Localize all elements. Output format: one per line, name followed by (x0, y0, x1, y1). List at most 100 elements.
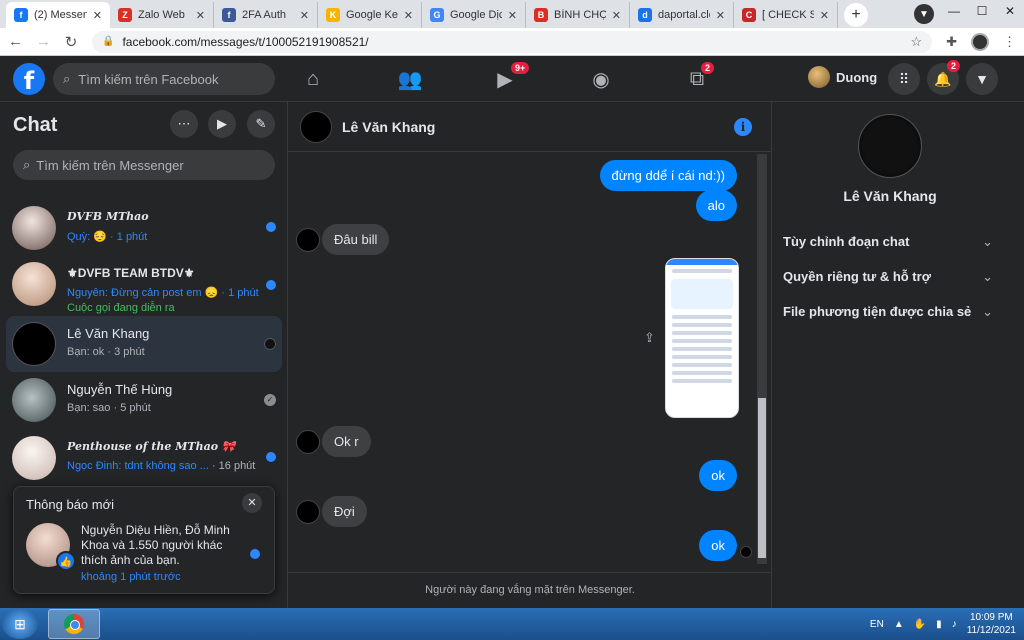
chat-contact-name[interactable]: Lê Văn Khang (342, 119, 435, 135)
close-tab-icon[interactable]: ✕ (612, 9, 621, 22)
conversation-item[interactable]: ⚜DVFB TEAM BTDV⚜ Nguyên: Đừng cản post e… (6, 256, 282, 318)
close-tab-icon[interactable]: ✕ (196, 9, 205, 22)
chat-scrollbar[interactable] (757, 154, 767, 564)
profile-avatar[interactable] (971, 32, 989, 51)
conversation-item[interactable]: Penthouse of the MThao 🎀 Ngọc Đinh: tdnt… (6, 430, 282, 486)
maximize-icon[interactable]: ☐ (968, 0, 996, 22)
like-icon: 👍 (56, 551, 76, 571)
search-icon: ⌕ (23, 157, 31, 172)
watch-icon[interactable]: ▶ 9+ (475, 56, 535, 102)
portal-favicon-icon: d (638, 8, 652, 22)
tab-2fa[interactable]: f 2FA Auth ✕ (214, 2, 318, 28)
window-controls: — ☐ ✕ (940, 0, 1024, 22)
profile-shortcut[interactable]: Duong (808, 66, 877, 88)
facebook-logo-icon[interactable]: f (13, 63, 45, 95)
avatar[interactable] (300, 111, 332, 143)
conversation-info-panel: Lê Văn Khang Tùy chỉnh đoạn chat ⌄ Quyền … (772, 102, 1024, 608)
tab-binh-chon[interactable]: BBÌNH CHỌN✕ (526, 2, 630, 28)
tray-arrow-icon[interactable]: ▲ (894, 619, 904, 630)
tab-google-translate[interactable]: GGoogle Dịch✕ (422, 2, 526, 28)
tab-daportal[interactable]: d daportal.clo ✕ (630, 2, 734, 28)
tray-app-icon[interactable]: ✋ (914, 619, 926, 630)
close-tab-icon[interactable]: ✕ (508, 9, 517, 22)
account-dropdown-icon[interactable]: ▼ (966, 63, 998, 95)
tab-search-icon[interactable]: ▼ (914, 4, 934, 24)
message-bubble-outgoing[interactable]: ok (699, 530, 737, 561)
conversation-item[interactable]: DVFB MThao Quỳ: 😔 · 1 phút (6, 200, 282, 256)
message-bubble-outgoing[interactable]: alo (695, 190, 737, 221)
zalo-favicon-icon: Z (118, 8, 132, 22)
avatar (12, 206, 56, 250)
shared-media-item[interactable]: File phương tiện được chia sẻ ⌄ (783, 304, 993, 320)
new-message-button[interactable]: ✎ (247, 110, 275, 138)
chrome-icon (64, 614, 84, 634)
chevron-down-icon: ⌄ (982, 269, 993, 284)
reload-icon[interactable]: ↻ (64, 33, 78, 51)
message-bubble-incoming[interactable]: Đợi (322, 496, 367, 527)
notification-popup[interactable]: Thông báo mới ✕ 👍 Nguyễn Diệu Hiền, Đỗ M… (13, 486, 275, 594)
facebook-favicon-icon: f (222, 8, 236, 22)
back-arrow-icon[interactable]: ← (8, 33, 23, 50)
customize-chat-item[interactable]: Tùy chỉnh đoạn chat ⌄ (783, 234, 993, 250)
taskbar-chrome[interactable] (48, 609, 100, 639)
lock-favicon-icon: C (742, 8, 756, 22)
extensions-puzzle-icon[interactable]: ✚ (946, 34, 957, 50)
unread-dot (250, 549, 260, 559)
message-bubble-incoming[interactable]: Đâu bill (322, 224, 390, 255)
share-icon[interactable]: ⇪ (644, 330, 655, 346)
close-tab-icon[interactable]: ✕ (404, 9, 413, 22)
avatar (12, 378, 56, 422)
message-bubble-outgoing[interactable]: ok (699, 460, 737, 491)
facebook-search-input[interactable]: ⌕ Tìm kiếm trên Facebook (53, 63, 275, 95)
tab-zalo[interactable]: Z Zalo Web ✕ (110, 2, 214, 28)
lock-icon: 🔒 (102, 36, 115, 47)
friends-icon[interactable]: 👥 (380, 56, 440, 102)
language-indicator[interactable]: EN (870, 619, 884, 630)
close-icon[interactable]: ✕ (242, 493, 262, 513)
translate-favicon-icon: G (430, 8, 444, 22)
url-input[interactable]: 🔒 facebook.com/messages/t/10005219190852… (92, 30, 933, 53)
forward-arrow-icon[interactable]: → (36, 33, 51, 50)
conversation-item[interactable]: Nguyễn Thế Hùng Bạn: sao · 5 phút ✓ (6, 372, 282, 428)
system-tray: EN ▲ ✋ ▮ ♪ 10:09 PM 11/12/2021 (870, 608, 1016, 640)
new-room-video-button[interactable]: ▶ (208, 110, 236, 138)
home-icon[interactable]: ⌂ (283, 56, 343, 102)
facebook-favicon-icon: f (14, 8, 28, 22)
start-button[interactable]: ⊞ (2, 609, 38, 639)
notifications-badge: 2 (947, 60, 961, 72)
groups-icon[interactable]: ◉ (571, 56, 631, 102)
seen-avatar (740, 546, 752, 558)
new-tab-button[interactable]: + (844, 3, 868, 27)
gaming-icon[interactable]: ⧉ 2 (667, 56, 727, 102)
menu-dots-icon[interactable]: ⋮ (1003, 34, 1016, 50)
close-tab-icon[interactable]: ✕ (300, 9, 309, 22)
volume-icon[interactable]: ♪ (952, 619, 957, 630)
bookmark-star-icon[interactable]: ☆ (910, 34, 922, 50)
notifications-bell-icon[interactable]: 🔔 2 (927, 60, 961, 95)
close-window-icon[interactable]: ✕ (996, 0, 1024, 22)
message-bubble-incoming[interactable]: Ok r (322, 426, 371, 457)
avatar (12, 322, 56, 366)
messenger-search-input[interactable]: ⌕ Tìm kiếm trên Messenger (13, 150, 275, 180)
conversation-item-active[interactable]: Lê Văn Khang Bạn: ok · 3 phút (6, 316, 282, 372)
more-options-button[interactable]: ⋯ (170, 110, 198, 138)
avatar[interactable] (858, 114, 922, 178)
sidebar-title: Chat (13, 114, 58, 136)
network-icon[interactable]: ▮ (936, 619, 942, 630)
info-icon[interactable]: i (734, 118, 752, 136)
message-bubble-outgoing[interactable]: đừng ddể í cái nd:)) (599, 160, 737, 191)
clock[interactable]: 10:09 PM 11/12/2021 (967, 611, 1016, 637)
scrollbar-thumb[interactable] (758, 398, 766, 558)
privacy-support-item[interactable]: Quyền riêng tư & hỗ trợ ⌄ (783, 269, 993, 285)
chevron-down-icon: ⌄ (982, 304, 993, 319)
close-tab-icon[interactable]: ✕ (820, 9, 829, 22)
menu-grid-icon[interactable]: ⠿ (888, 63, 920, 95)
chevron-down-icon: ⌄ (982, 234, 993, 249)
image-attachment[interactable] (665, 258, 739, 418)
close-tab-icon[interactable]: ✕ (716, 9, 725, 22)
close-tab-icon[interactable]: ✕ (93, 9, 102, 22)
minimize-icon[interactable]: — (940, 0, 968, 22)
tab-google-keep[interactable]: KGoogle Keep✕ (318, 2, 422, 28)
tab-check-scam[interactable]: C[ CHECK SCA✕ (734, 2, 838, 28)
tab-messenger[interactable]: f(2) Messeng✕ (6, 2, 110, 28)
